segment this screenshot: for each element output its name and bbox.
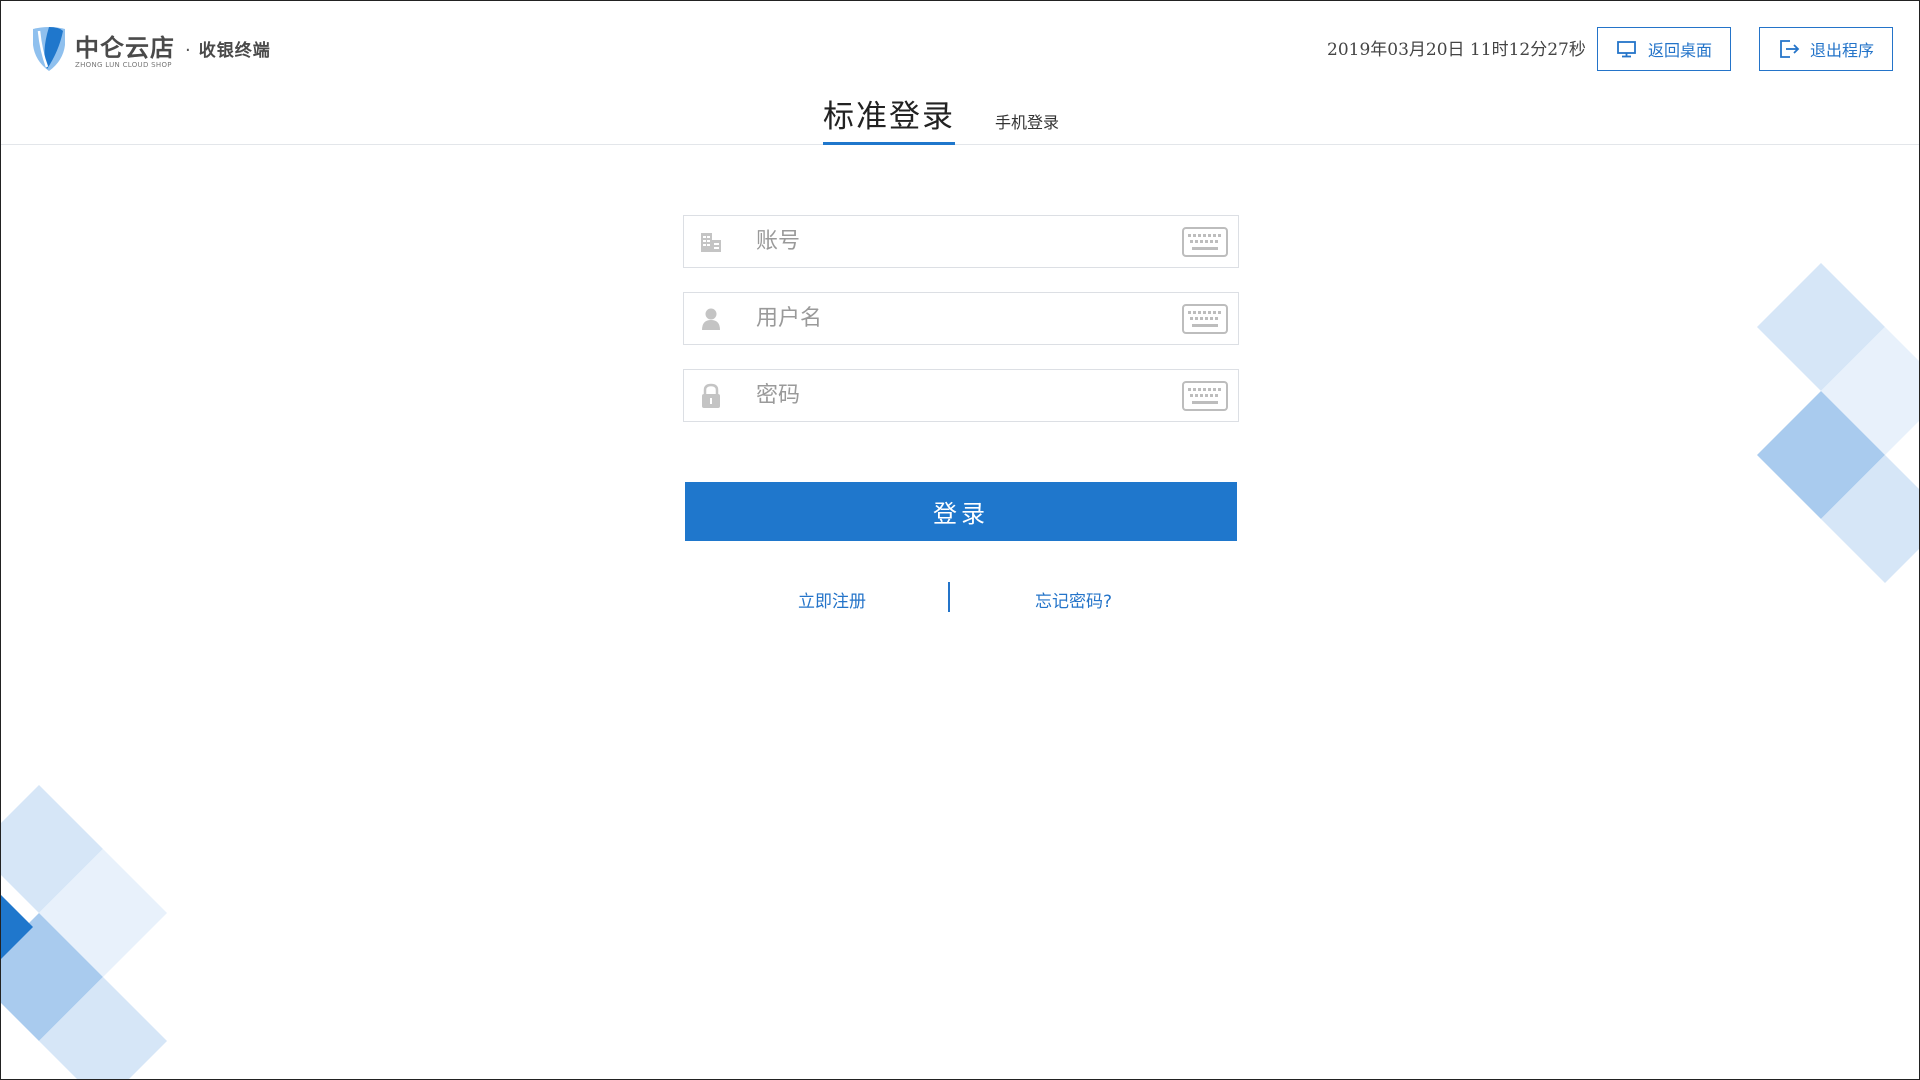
decorative-diamonds-right <box>1757 263 1919 583</box>
shield-logo-icon <box>33 27 65 71</box>
logo-name: 中仑云店 <box>75 33 175 62</box>
user-icon <box>698 306 724 332</box>
keyboard-icon[interactable] <box>1182 226 1228 257</box>
password-input[interactable] <box>756 370 1182 421</box>
link-divider <box>948 582 950 612</box>
keyboard-icon[interactable] <box>1182 380 1228 411</box>
building-icon <box>698 229 724 255</box>
register-link[interactable]: 立即注册 <box>798 587 866 612</box>
username-field <box>683 292 1239 345</box>
logo-english: ZHONG LUN CLOUD SHOP <box>75 60 172 69</box>
monitor-icon <box>1617 41 1636 58</box>
tab-standard-login[interactable]: 标准登录 <box>823 91 955 145</box>
account-input[interactable] <box>756 216 1182 267</box>
datetime-display: 2019年03月20日 11时12分27秒 <box>1327 40 1586 60</box>
password-field <box>683 369 1239 422</box>
app-window: 中仑云店 · 收银终端 ZHONG LUN CLOUD SHOP 2019年03… <box>0 0 1920 1080</box>
forgot-password-link[interactable]: 忘记密码? <box>1035 587 1112 612</box>
exit-program-label: 退出程序 <box>1809 41 1874 60</box>
keyboard-icon[interactable] <box>1182 303 1228 334</box>
return-desktop-label: 返回桌面 <box>1647 41 1712 60</box>
logo-subtitle: 收银终端 <box>198 40 271 61</box>
exit-icon <box>1780 40 1800 58</box>
header: 中仑云店 · 收银终端 ZHONG LUN CLOUD SHOP 2019年03… <box>1 1 1919 145</box>
login-button[interactable]: 登录 <box>685 482 1237 541</box>
tab-phone-login[interactable]: 手机登录 <box>995 109 1059 133</box>
tab-standard-label: 标准登录 <box>823 99 955 135</box>
return-desktop-button[interactable]: 返回桌面 <box>1597 27 1731 71</box>
active-tab-indicator <box>823 142 955 145</box>
logo-separator: · <box>185 39 191 61</box>
logo: 中仑云店 · 收银终端 ZHONG LUN CLOUD SHOP <box>29 23 271 73</box>
lock-icon <box>698 383 724 409</box>
account-field <box>683 215 1239 268</box>
username-input[interactable] <box>756 293 1182 344</box>
exit-program-button[interactable]: 退出程序 <box>1759 27 1893 71</box>
decorative-diamonds-left <box>1 785 167 1079</box>
